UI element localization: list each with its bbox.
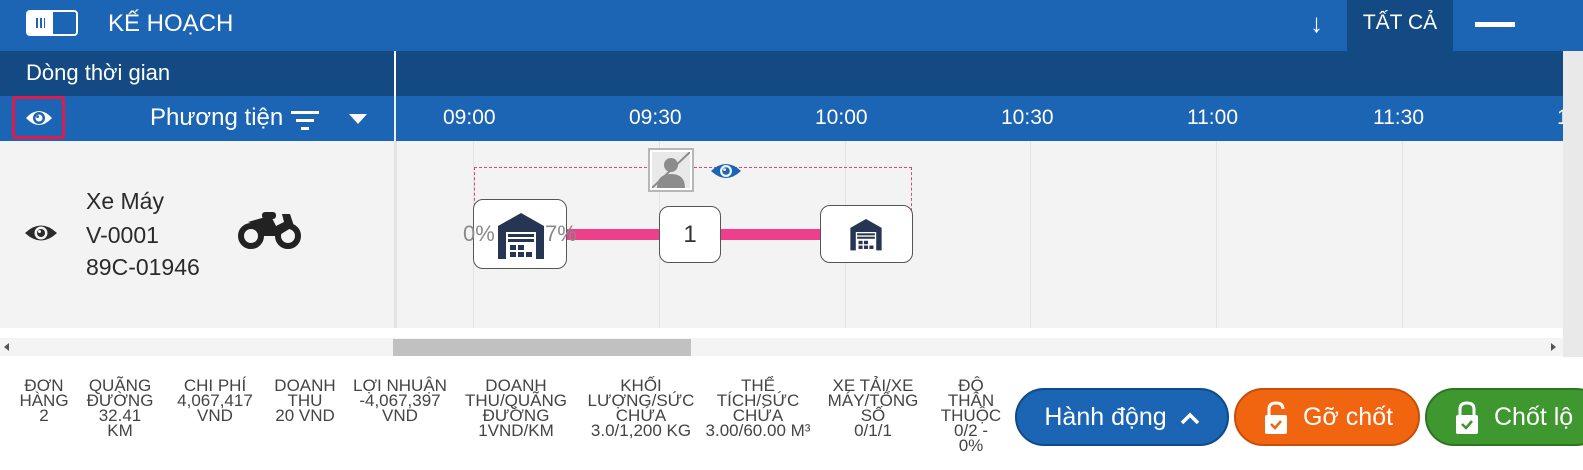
horizontal-scrollbar[interactable] xyxy=(0,338,1563,356)
unlock-button-label: Gỡ chốt xyxy=(1303,403,1394,431)
vertical-scrollbar[interactable] xyxy=(1563,51,1583,357)
load-percent: 7% xyxy=(545,221,577,246)
caret-down-icon[interactable] xyxy=(349,114,367,124)
stat-value: 20 VND xyxy=(275,406,335,425)
time-label: 10:00 xyxy=(815,106,868,129)
route-segment xyxy=(720,229,822,240)
vehicle-plate: 89C-01946 xyxy=(86,254,200,280)
stat-weight-capacity: KHỐI LƯỢNG/SỨC CHỨA 3.0/1,200 KG xyxy=(586,376,696,440)
warehouse-icon xyxy=(498,213,544,259)
stop-node[interactable]: 1 xyxy=(659,206,721,263)
gridline xyxy=(1216,141,1217,328)
stat-label: ĐƠN HÀNG xyxy=(19,376,69,410)
lock-button-label: Chốt lộ xyxy=(1494,403,1574,431)
stat-orders: ĐƠN HÀNG 2 xyxy=(18,376,70,425)
eye-icon[interactable] xyxy=(24,222,58,244)
motorcycle-icon xyxy=(238,212,301,249)
vehicle-column-header[interactable]: Phương tiện xyxy=(150,104,283,132)
time-label: 11:00 xyxy=(1187,106,1238,129)
warehouse-icon xyxy=(850,219,882,251)
stat-label: THỂ TÍCH/SỨC CHỨA xyxy=(716,376,800,425)
stat-familiarity: ĐỘ THÂN THUỘC 0/2 - 0% xyxy=(940,376,1002,455)
stat-value: 2 xyxy=(39,406,49,425)
stat-vehicle-count: XE TẢI/XE MÁY/TỔNG SỐ 0/1/1 xyxy=(820,376,926,440)
scroll-right-arrow[interactable] xyxy=(1551,343,1556,351)
sidebar-toggle-icon[interactable] xyxy=(26,10,78,36)
page-title: KẾ HOẠCH xyxy=(108,10,234,37)
tab-all[interactable]: TẤT CẢ xyxy=(1347,0,1453,51)
stat-label: XE TẢI/XE MÁY/TỔNG SỐ xyxy=(827,376,919,425)
filter-icon[interactable] xyxy=(291,110,319,130)
eye-icon[interactable] xyxy=(710,160,742,182)
vehicle-row[interactable] xyxy=(0,141,394,328)
timeline-label: Dòng thời gian xyxy=(26,60,171,85)
vehicle-type: Xe Máy xyxy=(86,188,164,214)
stat-value: 3.0/1,200 KG xyxy=(590,421,692,440)
top-bar xyxy=(0,0,1583,51)
action-button-label: Hành động xyxy=(1044,403,1167,431)
action-button[interactable]: Hành động xyxy=(1015,388,1229,446)
stat-label: ĐỘ THÂN THUỘC xyxy=(940,376,1002,425)
gridline xyxy=(1402,141,1403,328)
eye-icon xyxy=(26,111,52,125)
stat-label: DOANH THU xyxy=(274,376,336,410)
route-segment xyxy=(566,229,660,240)
time-label: 10:30 xyxy=(1001,106,1054,129)
time-label: 09:00 xyxy=(443,106,496,129)
stat-value: 3.00/60.00 M³ xyxy=(705,421,811,440)
stat-revenue-per-distance: DOANH THU/QUÃNG ĐƯỜNG 1VND/KM xyxy=(456,376,576,440)
scroll-left-arrow[interactable] xyxy=(4,343,9,351)
stat-distance: QUÃNG ĐƯỜNG 32.41 KM xyxy=(84,376,156,440)
stat-volume-capacity: THỂ TÍCH/SỨC CHỨA 3.00/60.00 M³ xyxy=(705,376,811,440)
time-label: 09:30 xyxy=(629,106,682,129)
stat-cost: CHI PHÍ 4,067,417 VND xyxy=(170,377,260,425)
stat-value: 0/1/1 xyxy=(854,421,892,440)
time-label: 11:30 xyxy=(1373,106,1424,129)
unlock-button[interactable]: Gỡ chốt xyxy=(1234,388,1420,446)
lock-icon xyxy=(1265,401,1287,434)
stat-value: -4,067,397 VND xyxy=(359,391,441,425)
column-divider xyxy=(394,96,396,141)
stat-label: QUÃNG ĐƯỜNG xyxy=(86,376,154,410)
minus-icon[interactable] xyxy=(1475,22,1515,27)
stat-value: 4,067,417 VND xyxy=(177,391,253,425)
load-percent: 0% xyxy=(463,221,495,246)
avatar-placeholder-icon xyxy=(652,152,690,188)
lock-icon xyxy=(1456,401,1478,434)
stat-label: KHỐI LƯỢNG/SỨC CHỨA xyxy=(587,376,695,425)
chevron-up-icon xyxy=(1180,412,1199,425)
vehicle-code: V-0001 xyxy=(86,222,159,248)
stat-label: DOANH THU/QUÃNG ĐƯỜNG xyxy=(465,376,567,425)
driver-avatar[interactable] xyxy=(648,148,694,192)
end-depot-node[interactable] xyxy=(820,205,913,263)
stat-profit: LỢI NHUẬN -4,067,397 VND xyxy=(352,377,448,425)
scrollbar-thumb[interactable] xyxy=(393,339,691,356)
stat-value: 0/2 - 0% xyxy=(953,421,989,455)
lock-route-button[interactable]: Chốt lộ xyxy=(1425,388,1583,446)
stat-value: 1VND/KM xyxy=(478,421,554,440)
stat-value: 32.41 KM xyxy=(98,406,142,440)
stat-revenue: DOANH THU 20 VND xyxy=(270,376,340,425)
timeline-header-right xyxy=(396,51,1563,96)
arrow-down-icon[interactable]: ↓ xyxy=(1310,8,1323,39)
toggle-visibility-button[interactable] xyxy=(12,96,65,139)
gridline xyxy=(1030,141,1031,328)
